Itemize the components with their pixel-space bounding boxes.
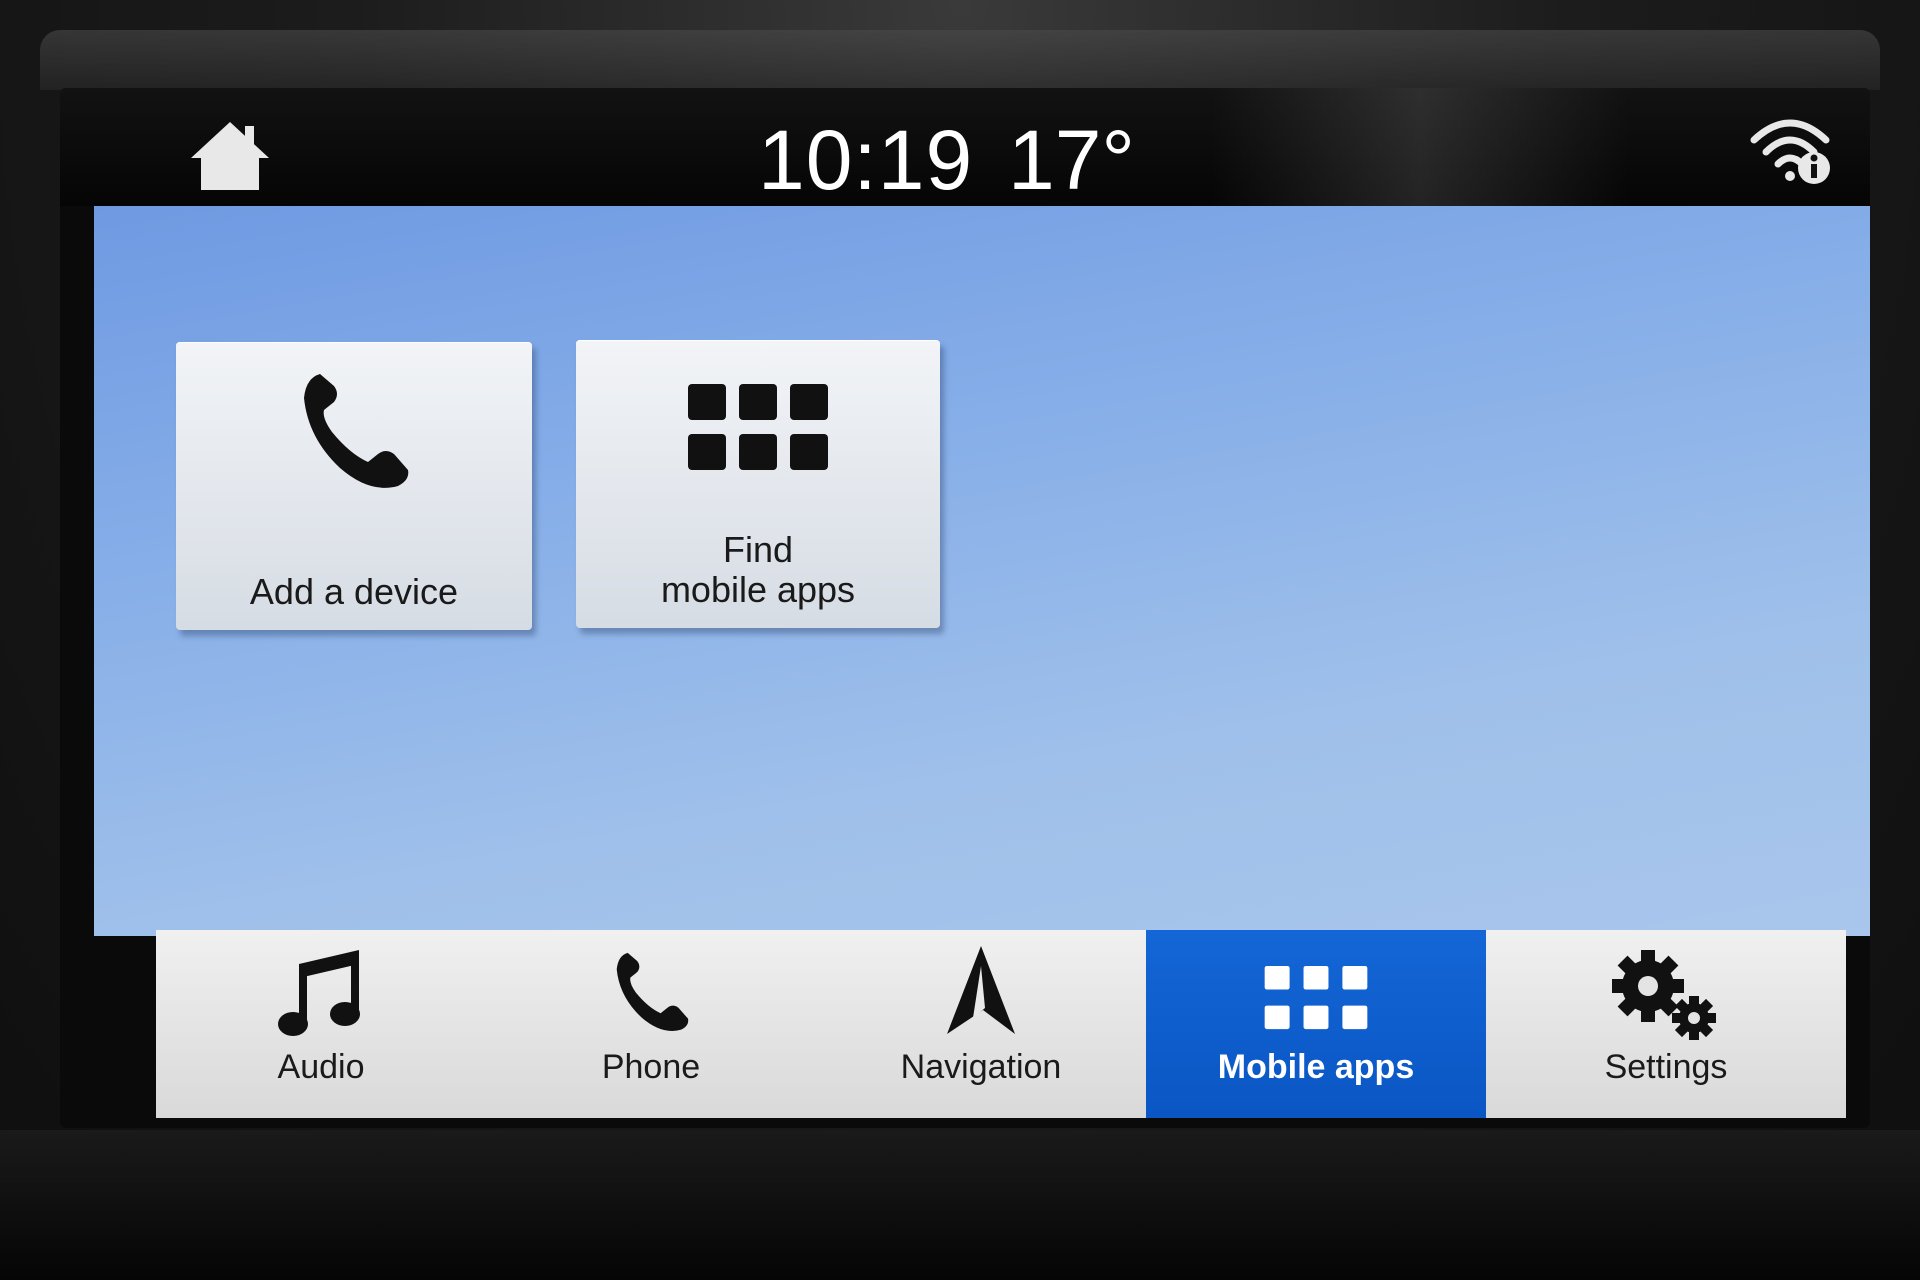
nav-settings[interactable]: Settings: [1486, 930, 1846, 1118]
find-mobile-apps-label: Find mobile apps: [576, 530, 940, 610]
nav-settings-label: Settings: [1604, 1048, 1728, 1086]
nav-navigation[interactable]: Navigation: [816, 930, 1146, 1118]
infotainment-screen: 10:19 17° Add a device Find mobile apps …: [60, 88, 1870, 1128]
home-button[interactable]: [185, 116, 275, 196]
nav-mobile-apps-label: Mobile apps: [1217, 1048, 1415, 1086]
music-note-icon: [278, 950, 360, 1036]
phone-handset-icon: [616, 952, 689, 1031]
wifi-status-button[interactable]: [1740, 102, 1840, 192]
bezel-bottom: [0, 1130, 1920, 1280]
nav-phone-label: Phone: [601, 1048, 701, 1086]
phone-handset-icon: [304, 374, 409, 488]
navigation-arrow-icon: [947, 946, 1015, 1034]
bottom-nav-bar: Audio Phone Navigation Mobile apps Setti…: [156, 930, 1846, 1118]
clock: 10:19: [758, 113, 974, 207]
home-icon: [191, 122, 269, 190]
gears-icon: [1612, 950, 1716, 1040]
add-device-tile[interactable]: Add a device: [176, 342, 532, 630]
status-bar: 10:19 17°: [60, 88, 1870, 207]
add-device-label: Add a device: [249, 571, 459, 612]
app-grid-icon: [1264, 966, 1368, 1030]
mobile-apps-panel: Add a device Find mobile apps: [94, 206, 1870, 936]
nav-audio-label: Audio: [277, 1048, 365, 1086]
nav-phone[interactable]: Phone: [486, 930, 816, 1118]
outside-temperature: 17°: [1008, 113, 1136, 207]
wifi-info-icon: [1750, 119, 1830, 184]
find-mobile-apps-tile[interactable]: Find mobile apps: [576, 340, 940, 628]
nav-audio[interactable]: Audio: [156, 930, 486, 1118]
app-grid-icon: [688, 384, 828, 470]
screen-glare: [1210, 88, 1630, 206]
nav-mobile-apps[interactable]: Mobile apps: [1146, 930, 1486, 1118]
find-mobile-apps-label-line1: Find: [722, 529, 794, 570]
find-mobile-apps-label-line2: mobile apps: [660, 569, 856, 610]
nav-navigation-label: Navigation: [900, 1048, 1062, 1086]
bezel-lip: [40, 30, 1880, 90]
